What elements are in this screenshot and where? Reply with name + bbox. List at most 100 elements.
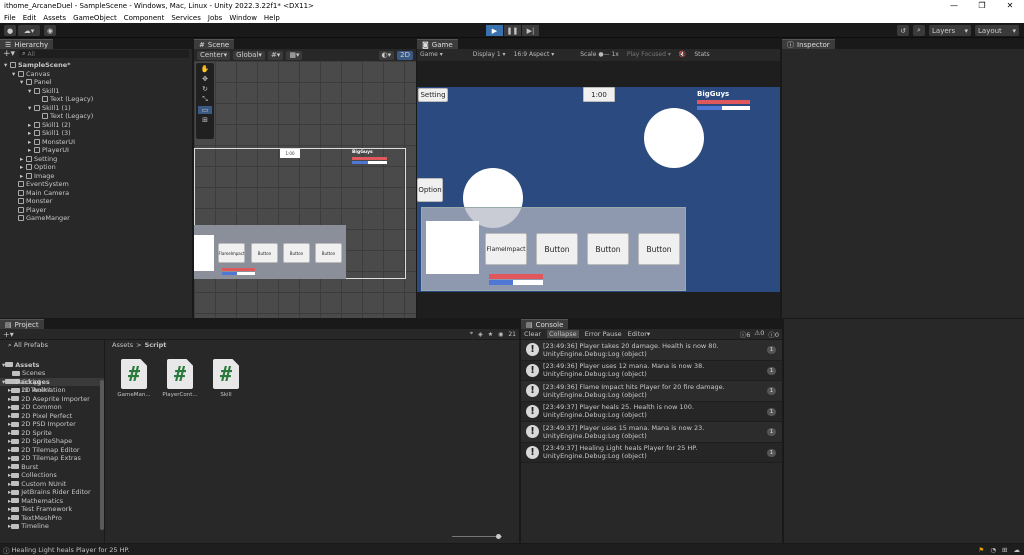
hierarchy-item[interactable]: ▾ Skill1 (1) bbox=[0, 104, 192, 113]
package-item[interactable]: ▸ Custom NUnit bbox=[0, 480, 104, 489]
hierarchy-search-input[interactable]: ⌕ All bbox=[19, 50, 189, 58]
log-count-toggle[interactable]: ⓘ6 bbox=[740, 329, 751, 339]
console-entry[interactable]: ! [23:49:37] Healing Light heals Player f… bbox=[521, 442, 782, 463]
create-icon[interactable]: +▾ bbox=[3, 330, 14, 339]
packages-root[interactable]: ▾ Packages bbox=[0, 378, 104, 387]
history-icon[interactable]: ↺ bbox=[897, 25, 909, 36]
menu-edit[interactable]: Edit bbox=[23, 14, 37, 22]
scene-skill-button[interactable]: FlameImpact bbox=[218, 243, 245, 263]
console-entry[interactable]: ! [23:49:36] Player uses 12 mana. Mana is… bbox=[521, 360, 782, 381]
package-item[interactable]: ▸ 2D Tilemap Extras bbox=[0, 454, 104, 463]
package-item[interactable]: ▸ Burst bbox=[0, 463, 104, 472]
assets-root[interactable]: ▾ Assets bbox=[0, 361, 104, 370]
package-item[interactable]: ▸ Mathematics bbox=[0, 497, 104, 506]
pivot-dropdown[interactable]: Center ▾ bbox=[197, 50, 231, 60]
transform-tool-icon[interactable]: ⊞ bbox=[202, 116, 208, 124]
package-item[interactable]: ▸ JetBrains Rider Editor bbox=[0, 488, 104, 497]
clear-button[interactable]: Clear bbox=[524, 330, 541, 338]
game-viewport[interactable]: Setting 1:00 BigGuys Option FlameImpact B… bbox=[417, 87, 780, 292]
package-item[interactable]: ▸ Test Framework bbox=[0, 505, 104, 514]
mute-icon[interactable]: 🔇 bbox=[679, 51, 686, 58]
skill-button[interactable]: FlameImpact bbox=[485, 233, 527, 265]
add-icon[interactable]: +▾ bbox=[3, 49, 15, 59]
menu-gameobject[interactable]: GameObject bbox=[73, 14, 117, 22]
folder-item[interactable]: Scenes bbox=[0, 369, 104, 378]
script-asset[interactable]: # GameMan... bbox=[117, 359, 151, 398]
shading-icon[interactable]: ◐▾ bbox=[378, 50, 395, 60]
step-icon[interactable]: ▶| bbox=[522, 25, 539, 36]
hierarchy-item[interactable]: Main Camera bbox=[0, 189, 192, 198]
option-button[interactable]: Option bbox=[417, 178, 443, 202]
package-item[interactable]: ▸ TextMeshPro bbox=[0, 514, 104, 523]
package-item[interactable]: ▸ Collections bbox=[0, 471, 104, 480]
error-pause-toggle[interactable]: Error Pause bbox=[585, 330, 622, 338]
scale-slider[interactable]: Scale ●— 1x bbox=[580, 51, 619, 58]
view-dropdown[interactable]: Game ▾ bbox=[420, 51, 443, 58]
scene-skill-button[interactable]: Button bbox=[315, 243, 342, 263]
scale-tool-icon[interactable]: ⤡ bbox=[202, 95, 208, 104]
script-asset[interactable]: # Skill bbox=[210, 359, 242, 398]
progress-icon[interactable]: ◔ bbox=[990, 546, 996, 554]
menu-jobs[interactable]: Jobs bbox=[208, 14, 222, 22]
pause-icon[interactable]: ❚❚ bbox=[504, 25, 521, 36]
bug-icon[interactable]: ⚑ bbox=[979, 546, 985, 554]
hierarchy-item[interactable]: GameManger bbox=[0, 214, 192, 223]
collab-icon[interactable]: ◉ bbox=[44, 25, 56, 36]
setting-button[interactable]: Setting bbox=[418, 88, 448, 102]
package-item[interactable]: ▸ 2D Animation bbox=[0, 386, 104, 395]
skill-button[interactable]: Button bbox=[587, 233, 629, 265]
package-item[interactable]: ▸ 2D Common bbox=[0, 403, 104, 412]
script-asset[interactable]: # PlayerCont... bbox=[162, 359, 198, 398]
scene-skill-button[interactable]: Button bbox=[283, 243, 310, 263]
console-entry[interactable]: ! [23:49:37] Player uses 15 mana. Mana is… bbox=[521, 422, 782, 443]
play-focused-dropdown[interactable]: Play Focused ▾ bbox=[627, 51, 671, 58]
tab-project[interactable]: ▤ Project bbox=[0, 319, 44, 329]
eye-icon[interactable]: ◉ bbox=[498, 331, 503, 338]
snap-icon[interactable]: #▾ bbox=[267, 50, 284, 60]
tab-scene[interactable]: # Scene bbox=[194, 39, 235, 49]
hierarchy-item[interactable]: ▾ Skill1 bbox=[0, 87, 192, 96]
tab-game[interactable]: ◙ Game bbox=[417, 39, 458, 49]
hierarchy-item[interactable]: ▸ MonsterUI bbox=[0, 138, 192, 147]
menu-component[interactable]: Component bbox=[124, 14, 165, 22]
hand-tool-icon[interactable]: ✋ bbox=[201, 65, 210, 73]
star-icon[interactable]: ★ bbox=[488, 331, 493, 338]
skill-button[interactable]: Button bbox=[536, 233, 578, 265]
search-by-type-icon[interactable]: ⌖ bbox=[470, 330, 473, 338]
network-icon[interactable]: ⊞ bbox=[1002, 546, 1007, 554]
display-dropdown[interactable]: Display 1 ▾ bbox=[473, 51, 506, 58]
scene-skill-button[interactable]: Button bbox=[251, 243, 278, 263]
package-item[interactable]: ▸ Timeline bbox=[0, 522, 104, 531]
close-button[interactable]: ✕ bbox=[996, 0, 1024, 12]
hierarchy-item[interactable]: ▾ SampleScene* bbox=[0, 61, 192, 70]
status-message[interactable]: Healing Light heals Player for 25 HP. bbox=[12, 546, 130, 554]
hierarchy-item[interactable]: ▸ PlayerUI bbox=[0, 146, 192, 155]
play-icon[interactable]: ▶ bbox=[486, 25, 503, 36]
favorites-all-prefabs[interactable]: ⌕ All Prefabs bbox=[0, 341, 104, 350]
menu-window[interactable]: Window bbox=[229, 14, 257, 22]
menu-services[interactable]: Services bbox=[171, 14, 201, 22]
warn-count-toggle[interactable]: ⚠0 bbox=[754, 329, 764, 339]
icon-size-slider[interactable] bbox=[452, 534, 512, 539]
hierarchy-item[interactable]: ▸ Skill1 (2) bbox=[0, 121, 192, 130]
rotate-tool-icon[interactable]: ↻ bbox=[202, 85, 208, 93]
breadcrumb-script[interactable]: Script bbox=[145, 341, 167, 349]
hierarchy-item[interactable]: ▾ Canvas bbox=[0, 70, 192, 79]
aspect-dropdown[interactable]: 16:9 Aspect ▾ bbox=[514, 51, 555, 58]
scene-viewport[interactable]: ✋ ✥ ↻ ⤡ ▭ ⊞ 1:00 BigGuys FlameImpact Butt… bbox=[194, 61, 416, 318]
layers-dropdown[interactable]: Layers ▾ bbox=[929, 25, 971, 36]
tab-inspector[interactable]: ⓘ Inspector bbox=[782, 39, 835, 49]
console-entry[interactable]: ! [23:49:36] Flame Impact hits Player for… bbox=[521, 381, 782, 402]
tab-hierarchy[interactable]: ☰ Hierarchy bbox=[0, 39, 54, 49]
space-dropdown[interactable]: Global ▾ bbox=[233, 50, 265, 60]
package-item[interactable]: ▸ 2D Sprite bbox=[0, 429, 104, 438]
label-icon[interactable]: ◈ bbox=[478, 331, 483, 338]
console-entry[interactable]: ! [23:49:36] Player takes 20 damage. Heal… bbox=[521, 340, 782, 361]
hierarchy-item[interactable]: ▸ Image bbox=[0, 172, 192, 181]
menu-assets[interactable]: Assets bbox=[43, 14, 66, 22]
tab-console[interactable]: ▤ Console bbox=[521, 319, 569, 329]
menu-help[interactable]: Help bbox=[264, 14, 280, 22]
search-icon[interactable]: ⌕ bbox=[913, 25, 925, 36]
collapse-toggle[interactable]: Collapse bbox=[547, 330, 579, 338]
hierarchy-item[interactable]: Monster bbox=[0, 197, 192, 206]
